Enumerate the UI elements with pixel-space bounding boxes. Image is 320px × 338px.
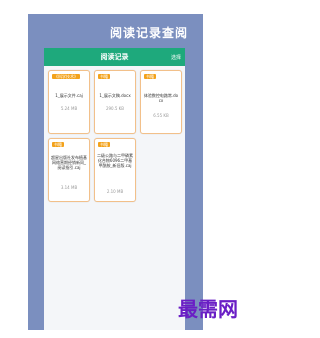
record-title: 超星出版社发布植基网络营期经销新同_阅读指引.caj xyxy=(51,155,87,170)
record-tag: 书籍 xyxy=(144,74,156,79)
record-card[interactable]: 书籍 体验数控电路常.docx 6.55 KB xyxy=(140,70,182,134)
record-size: 290.5 KB xyxy=(105,106,125,111)
reading-records-panel: 阅读记录 选择 《科学技术》 1_展示文件.caj 5.24 MB 书籍 1_展… xyxy=(44,48,185,330)
record-card[interactable]: 书籍 二级公路与二甲磷素化合物6096二甲基甲酰胺_新旧版.caj 2.10 M… xyxy=(94,138,136,202)
record-tag: 《科学技术》 xyxy=(52,74,80,79)
panel-title: 阅读记录 xyxy=(100,53,129,61)
record-size: 3.14 MB xyxy=(60,185,78,190)
record-title: 1_展示文件.caj xyxy=(55,93,83,98)
record-size: 2.10 MB xyxy=(106,189,124,194)
watermark-logo: 最需网 xyxy=(178,297,238,321)
record-title: 1_展示文稿.docx xyxy=(99,93,131,98)
select-button[interactable]: 选择 xyxy=(171,54,181,61)
page-title: 阅读记录查阅 xyxy=(110,26,189,40)
record-card[interactable]: 书籍 超星出版社发布植基网络营期经销新同_阅读指引.caj 3.14 MB xyxy=(48,138,90,202)
screen: 阅读记录查阅 阅读记录 选择 《科学技术》 1_展示文件.caj 5.24 MB… xyxy=(0,0,287,338)
record-card[interactable]: 《科学技术》 1_展示文件.caj 5.24 MB xyxy=(48,70,90,134)
record-size: 6.55 KB xyxy=(153,113,169,118)
record-tag: 书籍 xyxy=(98,142,110,147)
panel-header: 阅读记录 选择 xyxy=(44,48,185,66)
record-tag: 书籍 xyxy=(98,74,110,79)
record-title: 体验数控电路常.docx xyxy=(143,93,179,103)
record-card[interactable]: 书籍 1_展示文稿.docx 290.5 KB xyxy=(94,70,136,134)
record-size: 5.24 MB xyxy=(60,106,78,111)
record-tag: 书籍 xyxy=(52,142,64,147)
record-title: 二级公路与二甲磷素化合物6096二甲基甲酰胺_新旧版.caj xyxy=(97,153,133,168)
